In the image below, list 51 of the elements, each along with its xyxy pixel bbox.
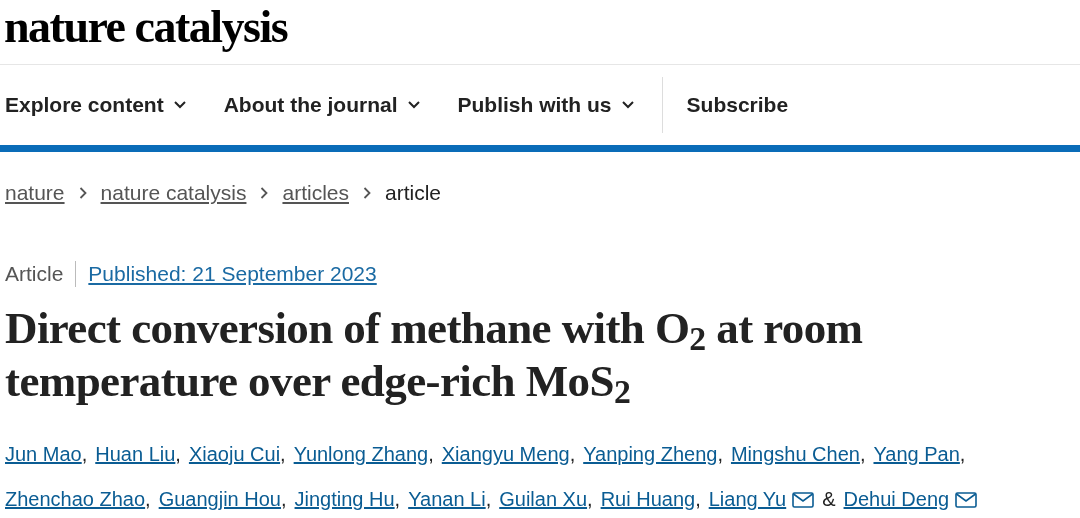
author-separator: , — [695, 487, 701, 512]
author-link[interactable]: Xiaoju Cui — [188, 432, 281, 477]
nav-menu-item[interactable]: Explore content — [5, 93, 186, 117]
chevron-down-icon — [621, 101, 634, 109]
author-separator: , — [394, 487, 401, 512]
mail-icon[interactable] — [955, 491, 978, 508]
author-separator: , — [428, 442, 434, 467]
author-link[interactable]: Yang Pan — [873, 432, 960, 477]
author-link[interactable]: Yanping Zheng — [583, 432, 718, 477]
author-separator: , — [717, 442, 723, 467]
mail-icon[interactable] — [792, 491, 815, 508]
author-link[interactable]: Yunlong Zhang — [293, 432, 429, 477]
author-separator: , — [587, 487, 593, 512]
author-link[interactable]: Guilan Xu — [499, 477, 588, 518]
nav-menu-item[interactable]: About the journal — [223, 93, 420, 117]
author-link[interactable]: Rui Huang — [600, 477, 696, 518]
author-link[interactable]: Jun Mao — [5, 432, 82, 477]
breadcrumb-link[interactable]: articles — [282, 181, 349, 205]
author-separator: , — [959, 442, 966, 467]
author-link[interactable]: Zhenchao Zhao — [5, 477, 146, 518]
chevron-down-icon — [407, 101, 420, 109]
author-separator: , — [281, 487, 287, 512]
author-separator: , — [81, 442, 88, 467]
author-separator: , — [859, 442, 866, 467]
author-separator: , — [175, 442, 181, 467]
author-link[interactable]: Dehui Deng — [843, 477, 950, 518]
author-link[interactable]: Huan Liu — [95, 432, 176, 477]
article-type: Article — [5, 262, 64, 286]
chevron-right-icon — [363, 187, 371, 199]
author-link[interactable]: Jingting Hu — [294, 477, 395, 518]
journal-logo[interactable]: nature catalysis — [4, 4, 288, 50]
author-link[interactable]: Mingshu Chen — [730, 432, 860, 477]
author-separator: , — [280, 442, 286, 467]
nav-menu-item[interactable]: Publish with us — [457, 93, 634, 117]
author-separator: , — [145, 487, 151, 512]
author-link[interactable]: Liang Yu — [708, 477, 787, 518]
nav-menu-item[interactable]: Subscribe — [686, 93, 789, 117]
author-link[interactable]: Xiangyu Meng — [441, 432, 570, 477]
breadcrumb-link[interactable]: nature — [5, 181, 65, 205]
author-separator: , — [569, 442, 576, 467]
breadcrumb-link[interactable]: nature catalysis — [100, 181, 247, 205]
breadcrumb-current: article — [385, 181, 441, 205]
chevron-right-icon — [78, 187, 87, 199]
author-separator: & — [822, 487, 836, 512]
author-separator: , — [485, 487, 492, 512]
chevron-down-icon — [173, 101, 186, 109]
published-date-link[interactable]: Published: 21 September 2023 — [88, 262, 377, 286]
article-title: Direct conversion of methane with O$_{2}$ at room temperature over edge-rich MoS$_{2}$ — [5, 302, 864, 408]
author-link[interactable]: Guangjin Hou — [158, 477, 281, 518]
chevron-right-icon — [260, 187, 269, 199]
author-link[interactable]: Yanan Li — [408, 477, 486, 518]
